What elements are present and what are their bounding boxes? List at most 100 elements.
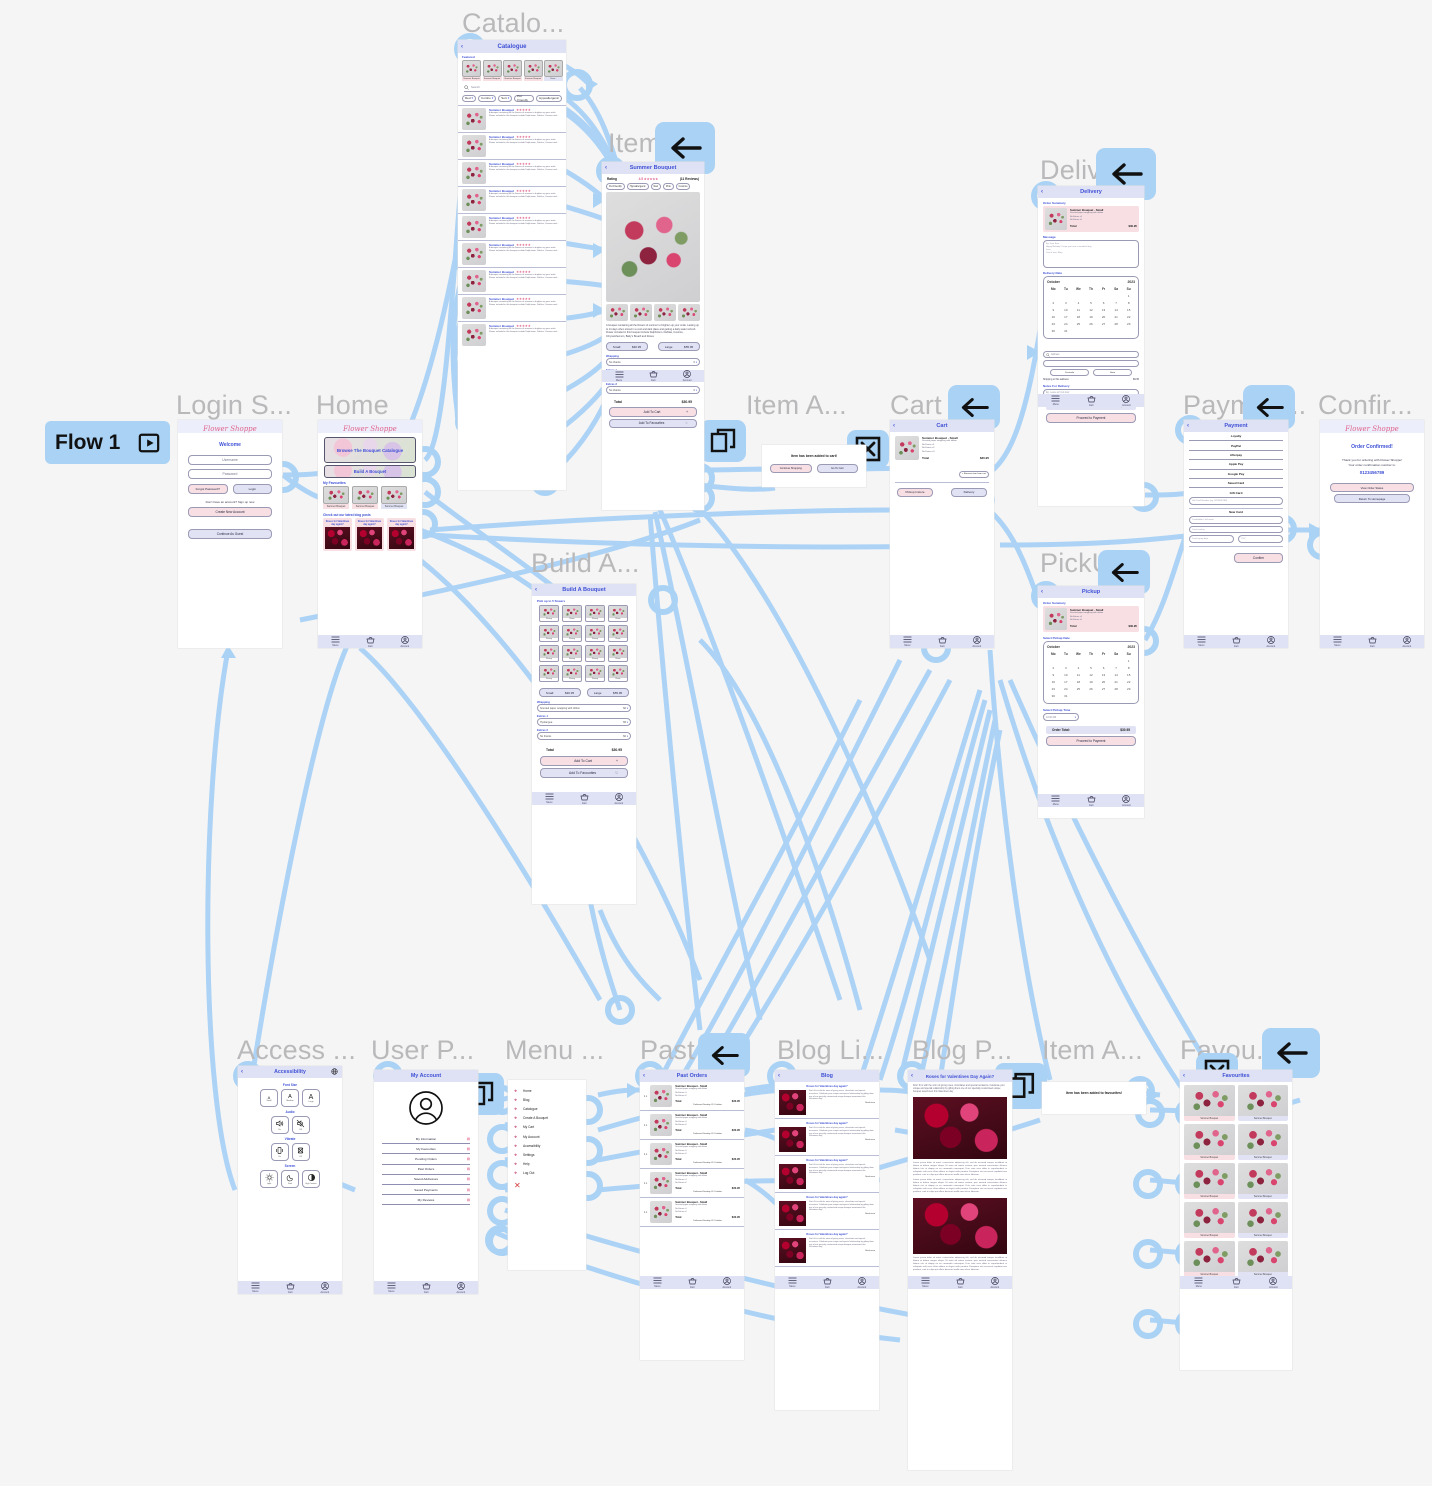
size-large-button[interactable]: Large $55.95 — [587, 688, 629, 697]
list-item[interactable]: Summer Bouquet — [482, 60, 502, 81]
cardholder-name-input[interactable]: Cardholder's full name — [1189, 516, 1283, 524]
table-row[interactable]: 1 x Summer Bouquet - Small Scented paper w… — [640, 1082, 744, 1111]
tag-red[interactable]: Red — [650, 183, 661, 190]
payment-method-row[interactable]: Loyalty — [1189, 432, 1283, 442]
nav-cart[interactable]: Cart — [823, 1277, 832, 1289]
calendar-day[interactable]: 22 — [1122, 679, 1135, 686]
nav-menu[interactable]: Menu — [545, 793, 554, 804]
calendar-day[interactable]: 17 — [1060, 679, 1073, 686]
nav-account[interactable]: Account — [1269, 1276, 1278, 1289]
calendar-day[interactable]: 28 — [1110, 321, 1123, 328]
calendar-day[interactable]: 27 — [1097, 686, 1110, 693]
favourite-card[interactable]: Summer Bouquet — [1184, 1241, 1235, 1277]
size-small-button[interactable]: Small $30.95 — [606, 342, 648, 351]
pickup-time-select[interactable]: 10:00 AM ▾ — [1043, 713, 1079, 721]
menu-item[interactable]: ❖ Help — [508, 1160, 586, 1169]
nav-account[interactable]: Account — [972, 635, 981, 648]
nav-account[interactable]: Account — [456, 1281, 465, 1294]
card-cvv-input[interactable]: CVV — [1238, 535, 1283, 543]
calendar-day[interactable]: 14 — [1110, 672, 1123, 679]
calendar-days[interactable]: 1 2 3 4 5 6 7 8 9 10 11 12 13 14 15 16 17 18 19 20 21 22 23 24 2… — [1047, 658, 1135, 700]
size-small-button[interactable]: Small $30.95 — [539, 688, 581, 697]
back-icon[interactable]: ‹ — [643, 1073, 645, 1079]
menu-item[interactable]: ❖ My Cart — [508, 1123, 586, 1132]
nav-account[interactable]: Account — [1122, 394, 1131, 407]
list-item[interactable]: Rose... — [544, 60, 563, 81]
extras2-select[interactable]: No thanks $0 ▾ — [537, 732, 631, 740]
state-input[interactable]: State — [1093, 369, 1132, 376]
favourite-card[interactable]: Summer Bouquet — [1237, 1241, 1288, 1277]
nav-menu[interactable]: Menu — [788, 1277, 797, 1288]
calendar-day[interactable]: 11 — [1072, 307, 1085, 314]
table-row[interactable]: 1 x Summer Bouquet - Small Scented paper w… — [640, 1140, 744, 1169]
blog-list-item[interactable]: Roses for Valentines day again? Don't fit… — [775, 1156, 879, 1193]
table-row[interactable]: Summer Bouquet ★★★★★ A bouquet containing … — [458, 320, 566, 348]
flower-option[interactable]: Peony — [585, 665, 605, 682]
nav-account[interactable]: Account — [1266, 635, 1275, 648]
filter-red[interactable]: Red ▾ — [462, 94, 477, 102]
address-input[interactable]: Address — [1043, 351, 1139, 358]
calendar-day[interactable]: 23 — [1047, 686, 1060, 693]
thumbnail[interactable] — [606, 304, 628, 321]
favourite-card[interactable]: Summer Bouquet — [1237, 1202, 1288, 1238]
calendar-day[interactable]: 29 — [1122, 686, 1135, 693]
favourite-card[interactable]: Summer Bouquet — [1184, 1124, 1235, 1160]
nav-menu[interactable]: Menu — [615, 371, 624, 382]
nav-cart[interactable]: Cart — [286, 1282, 295, 1294]
calendar-day[interactable]: 30 — [1047, 328, 1060, 335]
favourite-card[interactable]: Summer Bouquet — [1237, 1085, 1288, 1121]
build-bouquet-button[interactable]: Build A Bouquet — [324, 465, 416, 478]
blog-list-item[interactable]: Roses for Valentines day again? Don't fit… — [775, 1193, 879, 1230]
back-icon[interactable]: ‹ — [893, 423, 895, 429]
calendar-day[interactable]: 21 — [1110, 314, 1123, 321]
list-item[interactable]: Summer Bouquet — [462, 60, 481, 81]
payment-method-row[interactable]: Google Pay — [1189, 470, 1283, 479]
nav-menu[interactable]: Menu — [251, 1282, 260, 1293]
calendar-day[interactable]: 23 — [1047, 321, 1060, 328]
table-row[interactable]: Summer Bouquet ★★★★★ A bouquet containing … — [458, 158, 566, 186]
calendar-day[interactable]: 4 — [1072, 300, 1085, 307]
message-textarea[interactable]: Eg. Dear Sam, Happy Birthday! I hope you… — [1043, 240, 1139, 268]
account-menu-item[interactable]: My Favourites ▤ — [382, 1144, 470, 1155]
menu-item[interactable]: ❖ Home — [508, 1086, 586, 1095]
close-x-icon[interactable]: ✕ — [514, 1181, 586, 1190]
menu-item[interactable]: ❖ Accessibility — [508, 1141, 586, 1150]
favourite-card[interactable]: Summer Bouquet — [1184, 1202, 1235, 1238]
copy-badge-item-added[interactable] — [700, 420, 746, 462]
calendar-day[interactable]: 24 — [1060, 321, 1073, 328]
calendar-day[interactable]: 3 — [1060, 665, 1073, 672]
calendar-day[interactable]: 15 — [1122, 672, 1135, 679]
search-input[interactable]: Search — [464, 85, 560, 92]
account-menu-item[interactable]: My Information ▤ — [382, 1134, 470, 1145]
nav-cart[interactable]: Cart — [366, 636, 375, 648]
payment-method-row[interactable]: Saved Card — [1189, 479, 1283, 489]
vibrate-off-button[interactable]: Off — [291, 1143, 310, 1161]
calendar-day[interactable]: 16 — [1047, 679, 1060, 686]
go-to-cart-button[interactable]: Go To Cart — [816, 464, 858, 473]
menu-item[interactable]: ❖ Settings — [508, 1150, 586, 1159]
calendar-day[interactable]: 29 — [1122, 321, 1135, 328]
menu-item[interactable]: ❖ Catalogue — [508, 1104, 586, 1113]
add-to-favourites-button[interactable]: Add To Favourites ♡ — [609, 418, 697, 428]
payment-method-row[interactable]: PayPal — [1189, 441, 1283, 451]
calendar-day[interactable]: 1 — [1122, 658, 1135, 665]
flower-option[interactable]: Rose — [608, 665, 628, 682]
flower-option[interactable]: Peony — [562, 665, 582, 682]
tag-cosmos[interactable]: Cosmos — [675, 183, 691, 190]
calendar-day[interactable]: 15 — [1122, 307, 1135, 314]
flower-option[interactable]: Peony — [562, 645, 582, 662]
calendar-day[interactable]: 26 — [1085, 686, 1098, 693]
pickup-instore-button[interactable]: Pickup Instore — [897, 487, 933, 497]
flower-option[interactable]: Peony — [562, 625, 582, 642]
wrapping-select[interactable]: No thanks 0 ▾ — [606, 358, 700, 366]
filter-pet-friendly[interactable]: Pet Friendly — [514, 94, 535, 102]
list-item[interactable]: Summer Bouquet — [523, 60, 543, 81]
calendar-day[interactable]: 14 — [1110, 307, 1123, 314]
flower-option[interactable]: Peony — [539, 665, 559, 682]
delivery-calendar[interactable]: October 2023 Mo Tu We Th Fr Sa Su 1 2 3 4 5 6 7 8 9 10 11… — [1043, 276, 1139, 339]
calendar-day[interactable]: 5 — [1085, 300, 1098, 307]
read-more-link[interactable]: Read more — [809, 1176, 875, 1178]
proceed-payment-button[interactable]: Proceed to Payment — [1046, 736, 1136, 746]
back-icon[interactable]: ‹ — [535, 587, 537, 593]
nav-cart[interactable]: Cart — [580, 793, 589, 805]
